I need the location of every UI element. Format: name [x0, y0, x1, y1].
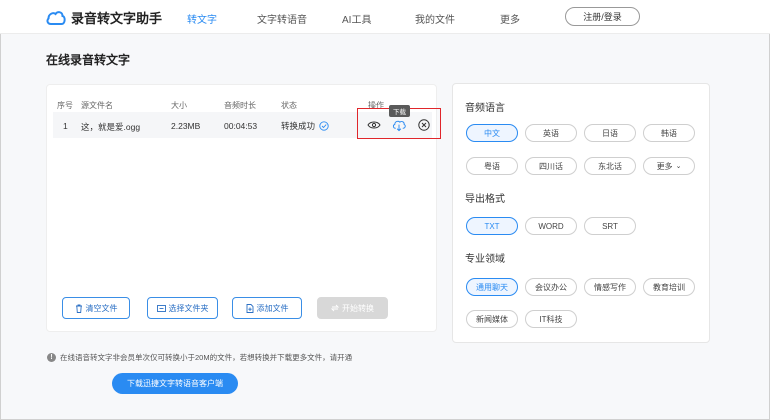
download-client-button[interactable]: 下载迅捷文字转语音客户端: [112, 373, 238, 394]
domain-writing-chip[interactable]: 情感写作: [584, 278, 636, 296]
col-header-filename: 源文件名: [81, 101, 113, 110]
nav-my-files[interactable]: 我的文件: [415, 11, 455, 26]
chevron-down-icon: ⌄: [675, 163, 682, 170]
col-header-index: 序号: [57, 101, 73, 110]
settings-panel: 音频语言 中文 英语 日语 韩语 粤语 四川话 东北话 更多 ⌄ 导出格式 TX…: [452, 83, 710, 343]
cloud-logo-icon: [46, 10, 66, 25]
close-circle-icon[interactable]: [417, 118, 431, 132]
row-index: 1: [63, 121, 68, 131]
info-icon: !: [47, 353, 56, 362]
clear-files-label: 清空文件: [85, 303, 118, 313]
lang-northeast-chip[interactable]: 东北话: [584, 157, 636, 175]
lang-chinese-chip[interactable]: 中文: [466, 124, 518, 142]
lang-more-label: 更多: [656, 161, 673, 171]
col-header-status: 状态: [281, 101, 297, 110]
row-duration: 00:04:53: [224, 121, 258, 131]
download-tooltip: 下载: [389, 105, 410, 117]
col-header-size: 大小: [171, 101, 187, 110]
file-plus-icon: [246, 303, 253, 313]
language-section-title: 音频语言: [465, 103, 505, 114]
lang-cantonese-chip[interactable]: 粤语: [466, 157, 518, 175]
lang-more-dropdown[interactable]: 更多 ⌄: [643, 157, 695, 175]
select-folder-label: 选择文件夹: [168, 303, 209, 313]
file-panel: 序号 源文件名 大小 音频时长 状态 操作 1 这，就是爱.ogg 2.23MB…: [46, 84, 441, 332]
start-convert-label: 开始转换: [342, 303, 374, 313]
lang-sichuan-chip[interactable]: 四川话: [525, 157, 577, 175]
domain-news-chip[interactable]: 新闻媒体: [466, 310, 518, 328]
nav-ai-tools[interactable]: AI工具: [342, 11, 371, 26]
preview-eye-icon[interactable]: [367, 118, 381, 132]
lang-japanese-chip[interactable]: 日语: [584, 124, 636, 142]
nav-speech-to-text[interactable]: 转文字: [187, 11, 217, 26]
convert-icon: [331, 304, 339, 312]
app-logo[interactable]: 录音转文字助手: [46, 8, 162, 27]
domain-meeting-chip[interactable]: 会议办公: [525, 278, 577, 296]
start-convert-button[interactable]: 开始转换: [317, 297, 388, 319]
nav-text-to-speech[interactable]: 文字转语音: [257, 11, 307, 26]
cloud-download-icon[interactable]: [392, 118, 406, 132]
col-header-duration: 音频时长: [224, 101, 256, 110]
folder-icon: [156, 305, 166, 312]
trash-icon: [75, 304, 82, 313]
domain-section-title: 专业领域: [465, 254, 505, 265]
lang-english-chip[interactable]: 英语: [525, 124, 577, 142]
row-status: 转换成功: [281, 120, 329, 132]
top-header: 录音转文字助手 转文字 文字转语音 AI工具 我的文件 更多 注册/登录: [0, 0, 770, 34]
row-filename: 这，就是爱.ogg: [81, 122, 141, 132]
login-button[interactable]: 注册/登录: [565, 7, 640, 26]
status-text: 转换成功: [281, 121, 316, 131]
domain-general-chip[interactable]: 通用聊天: [466, 278, 518, 296]
lang-korean-chip[interactable]: 韩语: [643, 124, 695, 142]
domain-education-chip[interactable]: 教育培训: [643, 278, 695, 296]
page-title: 在线录音转文字: [46, 53, 131, 67]
add-file-button[interactable]: 添加文件: [232, 297, 302, 319]
domain-it-chip[interactable]: IT科技: [525, 310, 577, 328]
nav-more[interactable]: 更多: [500, 11, 520, 26]
format-srt-chip[interactable]: SRT: [584, 217, 636, 235]
member-notice: ! 在线语音转文字非会员单次仅可转换小于20M的文件，若想转换并下载更多文件，请…: [47, 352, 352, 363]
row-size: 2.23MB: [171, 121, 201, 131]
select-folder-button[interactable]: 选择文件夹: [147, 297, 218, 319]
check-circle-icon: [319, 121, 329, 131]
format-word-chip[interactable]: WORD: [525, 217, 577, 235]
app-name: 录音转文字助手: [71, 11, 163, 26]
format-section-title: 导出格式: [465, 194, 505, 205]
format-txt-chip[interactable]: TXT: [466, 217, 518, 235]
notice-text: 在线语音转文字非会员单次仅可转换小于20M的文件，若想转换并下载更多文件，请开通: [60, 353, 353, 362]
add-file-label: 添加文件: [256, 303, 289, 313]
clear-files-button[interactable]: 清空文件: [62, 297, 130, 319]
